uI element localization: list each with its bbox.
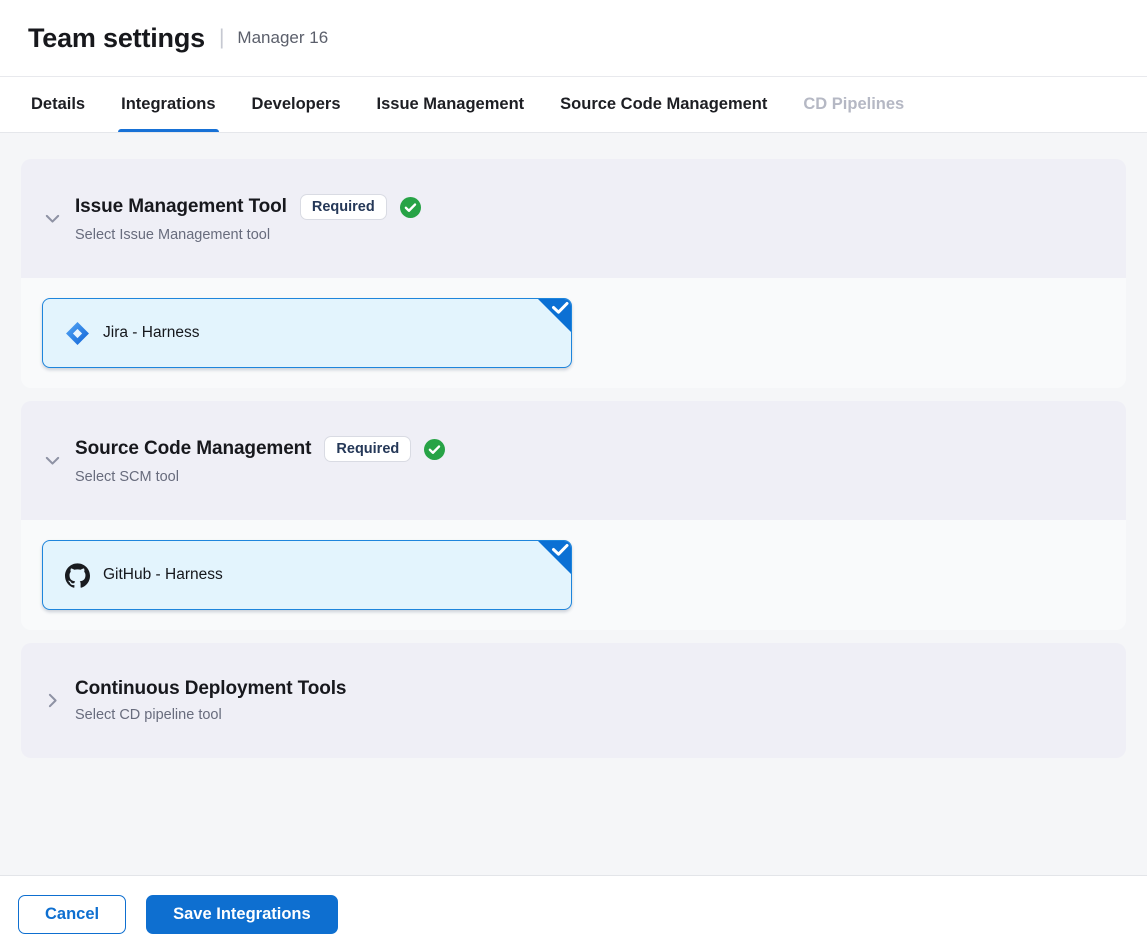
title-separator: | — [219, 26, 224, 50]
tab-integrations[interactable]: Integrations — [118, 77, 218, 132]
tab-issue-management[interactable]: Issue Management — [374, 77, 528, 132]
section-source-code-management: Source Code Management Required Select SCM… — [21, 401, 1126, 630]
tab-bar: Details Integrations Developers Issue Manag… — [0, 77, 1147, 133]
section-subtitle: Select Issue Management tool — [75, 227, 421, 243]
section-header-continuous-deployment-tools[interactable]: Continuous Deployment Tools Select CD pip… — [21, 643, 1126, 758]
section-header-issue-management-tool[interactable]: Issue Management Tool Required Select Issu… — [21, 159, 1126, 278]
tab-developers[interactable]: Developers — [249, 77, 344, 132]
section-continuous-deployment-tools: Continuous Deployment Tools Select CD pip… — [21, 643, 1126, 758]
jira-icon — [65, 321, 90, 346]
section-body: GitHub - Harness — [21, 520, 1126, 630]
section-body: Jira - Harness — [21, 278, 1126, 388]
page-subtitle: Manager 16 — [237, 28, 328, 48]
check-circle-icon — [400, 197, 421, 218]
integrations-panel: Issue Management Tool Required Select Issu… — [0, 133, 1147, 875]
selected-corner-check-icon — [537, 298, 572, 333]
section-title: Continuous Deployment Tools — [75, 678, 346, 700]
required-badge: Required — [300, 194, 387, 220]
tab-source-code-management[interactable]: Source Code Management — [557, 77, 770, 132]
section-header-source-code-management[interactable]: Source Code Management Required Select SCM… — [21, 401, 1126, 520]
footer-actions: Cancel Save Integrations — [0, 875, 1147, 952]
page-title: Team settings — [28, 23, 205, 54]
required-badge: Required — [324, 436, 411, 462]
tool-card-github-harness[interactable]: GitHub - Harness — [42, 540, 572, 610]
tool-card-jira-harness[interactable]: Jira - Harness — [42, 298, 572, 368]
cancel-button[interactable]: Cancel — [18, 895, 126, 934]
tab-details[interactable]: Details — [28, 77, 88, 132]
chevron-down-icon — [42, 209, 62, 229]
tool-label: GitHub - Harness — [103, 566, 223, 584]
section-title: Source Code Management — [75, 438, 311, 460]
tab-cd-pipelines: CD Pipelines — [800, 77, 907, 132]
page-header: Team settings | Manager 16 — [0, 0, 1147, 77]
chevron-down-icon — [42, 451, 62, 471]
section-title: Issue Management Tool — [75, 196, 287, 218]
check-circle-icon — [424, 439, 445, 460]
tool-label: Jira - Harness — [103, 324, 199, 342]
section-subtitle: Select CD pipeline tool — [75, 707, 346, 723]
selected-corner-check-icon — [537, 540, 572, 575]
section-subtitle: Select SCM tool — [75, 469, 445, 485]
save-integrations-button[interactable]: Save Integrations — [146, 895, 338, 934]
section-issue-management-tool: Issue Management Tool Required Select Issu… — [21, 159, 1126, 388]
chevron-right-icon — [42, 691, 62, 711]
github-icon — [65, 563, 90, 588]
